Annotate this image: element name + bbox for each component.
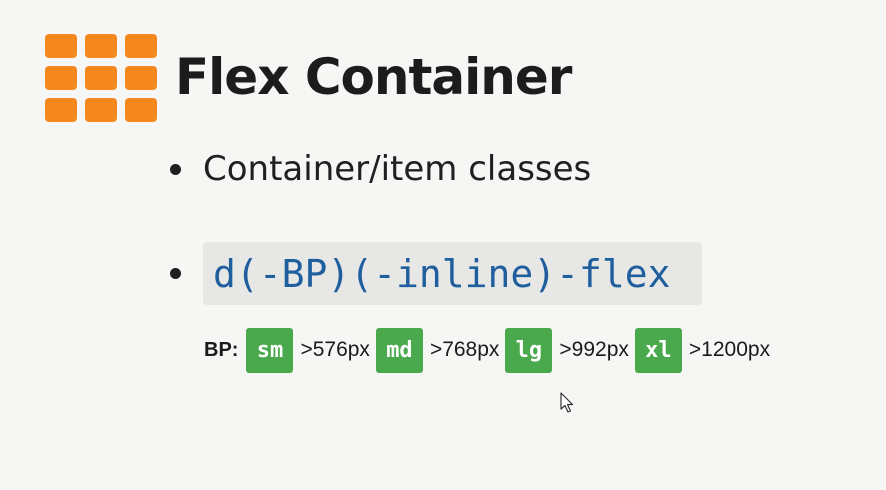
breakpoint-badge-lg: lg: [505, 327, 553, 373]
bullet-text: Container/item classes: [203, 149, 592, 189]
breakpoint-value-md: >768px: [429, 338, 500, 361]
slide-title: Flex Container: [175, 48, 572, 106]
bullet-dot: [170, 164, 181, 175]
breakpoint-badge-xl: xl: [634, 327, 682, 373]
breakpoint-badge-md: md: [375, 327, 423, 373]
breakpoint-value-lg: >992px: [559, 338, 629, 361]
code-text: d(-BP)(-inline)-flex: [213, 251, 671, 296]
breakpoint-badge-sm: sm: [246, 327, 294, 373]
grid-cell: [125, 34, 157, 58]
grid-cell: [85, 98, 117, 122]
grid-cell: [125, 98, 157, 122]
mouse-cursor-icon: [560, 392, 574, 413]
grid-cell: [45, 98, 77, 122]
grid-cell: [85, 34, 117, 58]
grid-cell: [85, 66, 117, 90]
code-block: d(-BP)(-inline)-flex: [203, 242, 702, 305]
bullet-dot: [170, 268, 181, 279]
breakpoint-value-xl: >1200px: [688, 338, 771, 361]
breakpoint-list: BP: sm >576px md >768px lg >992px xl >12…: [204, 327, 776, 373]
breakpoint-label: BP:: [204, 338, 239, 361]
grid-icon: [45, 34, 158, 122]
grid-cell: [125, 66, 157, 90]
breakpoint-value-sm: >576px: [300, 338, 370, 361]
grid-cell: [45, 34, 77, 58]
grid-cell: [45, 66, 77, 90]
